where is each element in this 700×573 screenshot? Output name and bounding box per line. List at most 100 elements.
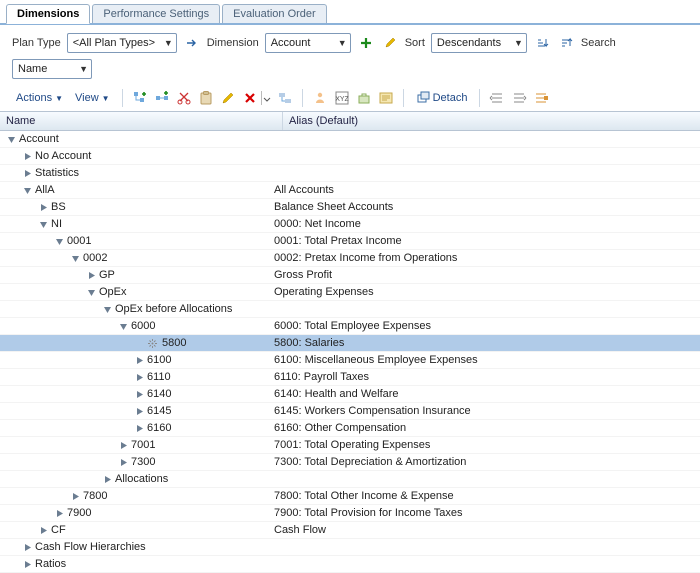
tree-row[interactable]: 61606160: Other Compensation <box>0 420 700 437</box>
expand-icon[interactable] <box>54 508 64 518</box>
tree-row[interactable]: Ratios <box>0 556 700 573</box>
collapse-icon[interactable] <box>70 253 80 263</box>
tree-name-cell: OpEx before Allocations <box>0 303 270 315</box>
show-selected-icon[interactable] <box>532 89 550 107</box>
tree-row[interactable]: Statistics <box>0 165 700 182</box>
tab-evaluation-order[interactable]: Evaluation Order <box>222 4 327 23</box>
expand-icon[interactable] <box>38 525 48 535</box>
filter-formula-icon[interactable]: XYZ <box>333 89 351 107</box>
plan-type-go-icon[interactable] <box>183 34 201 52</box>
actions-menu[interactable]: Actions▼ <box>12 90 67 106</box>
delete-icon[interactable] <box>241 89 259 107</box>
usage-icon[interactable] <box>355 89 373 107</box>
expand-icon[interactable] <box>22 542 32 552</box>
collapse-icon[interactable] <box>102 304 112 314</box>
member-name: NI <box>51 218 62 230</box>
tree-row[interactable]: 73007300: Total Depreciation & Amortizat… <box>0 454 700 471</box>
sort-asc-icon[interactable] <box>533 34 551 52</box>
expand-icon[interactable] <box>70 491 80 501</box>
tab-dimensions[interactable]: Dimensions <box>6 4 90 24</box>
add-child-icon[interactable] <box>131 89 149 107</box>
tree-name-cell: 6145 <box>0 405 270 417</box>
tree-row[interactable]: 61006100: Miscellaneous Employee Expense… <box>0 352 700 369</box>
dimension-select[interactable]: Account ▼ <box>265 33 351 53</box>
tree-row[interactable]: No Account <box>0 148 700 165</box>
plan-type-select[interactable]: <All Plan Types> ▼ <box>67 33 177 53</box>
tree-row[interactable]: 61406140: Health and Welfare <box>0 386 700 403</box>
tree-row[interactable]: 61456145: Workers Compensation Insurance <box>0 403 700 420</box>
tab-performance-settings[interactable]: Performance Settings <box>92 4 220 23</box>
sort-select[interactable]: Descendants ▼ <box>431 33 527 53</box>
edit-dimension-icon[interactable] <box>381 34 399 52</box>
col-alias[interactable]: Alias (Default) <box>283 112 364 130</box>
member-name: AllA <box>35 184 55 196</box>
tree-row[interactable]: AllAAll Accounts <box>0 182 700 199</box>
dimension-label: Dimension <box>207 37 259 49</box>
member-name: 6140 <box>147 388 171 400</box>
member-name: 5800 <box>162 337 186 349</box>
expand-icon[interactable] <box>134 355 144 365</box>
tree-row[interactable]: Account <box>0 131 700 148</box>
col-name[interactable]: Name <box>0 112 283 130</box>
collapse-icon[interactable] <box>38 219 48 229</box>
expand-icon[interactable] <box>22 151 32 161</box>
tree-row[interactable]: 61106110: Payroll Taxes <box>0 369 700 386</box>
tree-row[interactable]: Cash Flow Hierarchies <box>0 539 700 556</box>
collapse-icon[interactable] <box>54 236 64 246</box>
tree-row[interactable]: Allocations <box>0 471 700 488</box>
cut-icon[interactable] <box>175 89 193 107</box>
tree-row[interactable]: 00020002: Pretax Income from Operations <box>0 250 700 267</box>
collapse-icon[interactable] <box>6 134 16 144</box>
view-menu[interactable]: View▼ <box>71 90 114 106</box>
detach-icon <box>416 91 430 105</box>
expand-icon[interactable] <box>134 423 144 433</box>
tree-row[interactable]: OpEx before Allocations <box>0 301 700 318</box>
tree-row[interactable]: 78007800: Total Other Income & Expense <box>0 488 700 505</box>
expand-icon[interactable] <box>38 202 48 212</box>
expand-icon[interactable] <box>134 389 144 399</box>
delete-dropdown-icon[interactable] <box>261 91 272 105</box>
expand-icon[interactable] <box>134 372 144 382</box>
collapse-icon[interactable] <box>86 287 96 297</box>
tree-row[interactable]: 58005800: Salaries <box>0 335 700 352</box>
tree-row[interactable]: GPGross Profit <box>0 267 700 284</box>
expand-icon[interactable] <box>118 440 128 450</box>
collapse-all-icon[interactable] <box>510 89 528 107</box>
tree-name-cell: 5800 <box>0 337 270 349</box>
collapse-icon[interactable] <box>118 321 128 331</box>
collapse-icon[interactable] <box>22 185 32 195</box>
detach-button[interactable]: Detach <box>412 89 472 107</box>
tree-row[interactable]: OpExOperating Expenses <box>0 284 700 301</box>
add-dimension-icon[interactable] <box>357 34 375 52</box>
tree-row[interactable]: 70017001: Total Operating Expenses <box>0 437 700 454</box>
assign-icon[interactable] <box>276 89 294 107</box>
add-sibling-icon[interactable] <box>153 89 171 107</box>
expand-icon[interactable] <box>86 270 96 280</box>
member-name: Account <box>19 133 59 145</box>
tree-name-cell: 6140 <box>0 388 270 400</box>
caret-down-icon: ▼ <box>102 94 110 103</box>
expand-icon[interactable] <box>118 457 128 467</box>
tree-name-cell: NI <box>0 218 270 230</box>
tree-row[interactable]: BSBalance Sheet Accounts <box>0 199 700 216</box>
properties-icon[interactable] <box>377 89 395 107</box>
paste-icon[interactable] <box>197 89 215 107</box>
dimension-value: Account <box>271 37 335 49</box>
tree-row[interactable]: CFCash Flow <box>0 522 700 539</box>
member-name: Allocations <box>115 473 168 485</box>
tree-row[interactable]: 60006000: Total Employee Expenses <box>0 318 700 335</box>
edit-icon[interactable] <box>219 89 237 107</box>
sort-desc-icon[interactable] <box>557 34 575 52</box>
tree-row[interactable]: NI0000: Net Income <box>0 216 700 233</box>
svg-text:XYZ: XYZ <box>335 96 349 103</box>
expand-all-icon[interactable] <box>488 89 506 107</box>
tree-row[interactable]: 00010001: Total Pretax Income <box>0 233 700 250</box>
show-ancestors-icon[interactable] <box>311 89 329 107</box>
search-field-select[interactable]: Name ▼ <box>12 59 92 79</box>
member-name: 7800 <box>83 490 107 502</box>
expand-icon[interactable] <box>102 474 112 484</box>
expand-icon[interactable] <box>22 559 32 569</box>
expand-icon[interactable] <box>134 406 144 416</box>
tree-row[interactable]: 79007900: Total Provision for Income Tax… <box>0 505 700 522</box>
expand-icon[interactable] <box>22 168 32 178</box>
